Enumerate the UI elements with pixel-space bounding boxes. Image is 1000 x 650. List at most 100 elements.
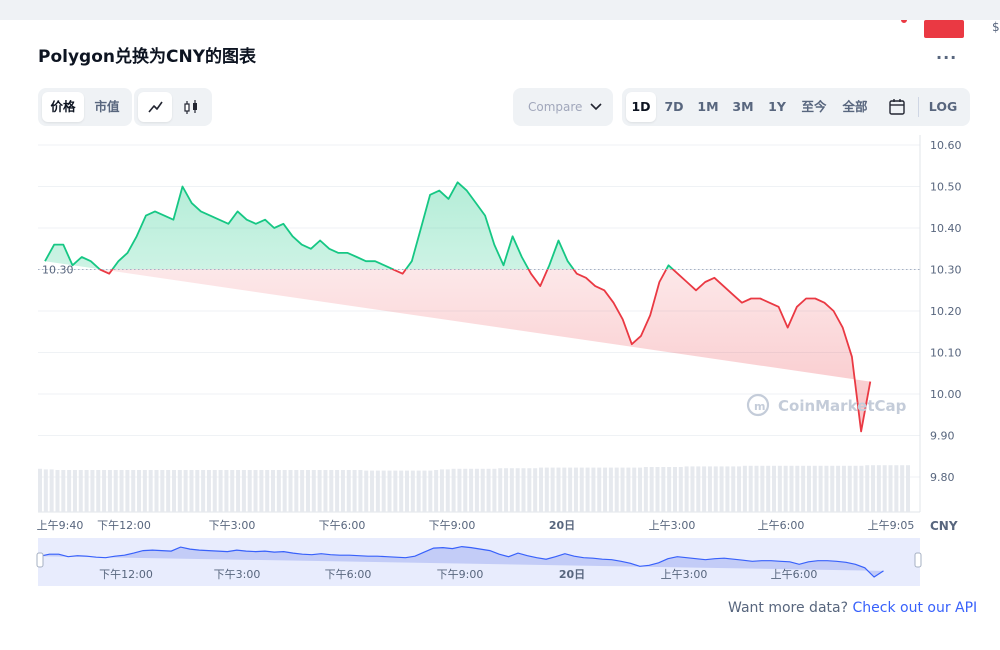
volume-bar (253, 470, 258, 512)
y-tick-label: 10.30 (930, 264, 962, 277)
volume-bar (352, 470, 357, 512)
volume-bar (556, 467, 561, 512)
watermark: m CoinMarketCap (746, 393, 907, 417)
navigator-tick-label: 20日 (559, 568, 585, 581)
volume-bar (737, 466, 742, 512)
volume-bar (626, 467, 631, 512)
volume-bar (638, 467, 643, 512)
volume-bar (236, 470, 241, 512)
volume-bar (806, 465, 811, 512)
chart-card: Polygon兑换为CNY的图表 ... 价格 市值 Compare 1D 7D… (0, 20, 1000, 650)
navigator-handle-left[interactable] (36, 552, 44, 568)
volume-bar (358, 470, 363, 512)
volume-bar (801, 465, 806, 512)
volume-bar (43, 469, 48, 512)
volume-bar (865, 465, 870, 512)
volume-bar (125, 470, 130, 512)
volume-bar (317, 470, 322, 512)
volume-bar (725, 466, 730, 512)
volume-bar (538, 467, 543, 512)
y-tick-label: 10.20 (930, 305, 962, 318)
volume-bar (387, 470, 392, 512)
volume-bar (643, 467, 648, 512)
volume-bar (288, 470, 293, 512)
volume-bar (183, 470, 188, 512)
volume-bar (55, 470, 60, 512)
volume-bar (632, 467, 637, 512)
volume-bar (67, 470, 72, 512)
volume-bar (375, 470, 380, 512)
volume-bar (171, 470, 176, 512)
volume-bar (131, 470, 136, 512)
volume-bar (789, 465, 794, 512)
volume-bar (364, 470, 369, 512)
volume-bar (119, 470, 124, 512)
volume-bar (96, 470, 101, 512)
volume-bar (218, 470, 223, 512)
volume-bar (206, 470, 211, 512)
volume-bar (614, 467, 619, 512)
y-tick-label: 10.50 (930, 181, 962, 194)
volume-bar (445, 469, 450, 512)
volume-bar (620, 467, 625, 512)
volume-bar (137, 470, 142, 512)
volume-bar (509, 468, 514, 512)
x-tick-label: 下午3:00 (209, 519, 256, 532)
volume-bar (323, 470, 328, 512)
y-tick-label: 9.80 (930, 471, 955, 484)
api-promo-text: Want more data? (728, 600, 849, 616)
volume-bar (370, 470, 375, 512)
volume-bar (177, 470, 182, 512)
volume-bar (859, 465, 864, 512)
volume-bar (772, 465, 777, 512)
x-tick-label: 下午9:00 (429, 519, 476, 532)
volume-bar (894, 465, 899, 512)
svg-text:m: m (754, 400, 765, 413)
volume-bar (527, 468, 532, 512)
volume-bar (72, 470, 77, 512)
volume-bar (148, 470, 153, 512)
volume-bar (667, 467, 672, 512)
x-tick-label: 上午3:00 (649, 519, 696, 532)
volume-bar (346, 470, 351, 512)
volume-bar (876, 465, 881, 512)
volume-bar (160, 470, 165, 512)
volume-bar (90, 470, 95, 512)
volume-bar (38, 468, 42, 512)
baseline-label: 10.30 (42, 264, 74, 277)
volume-bar (61, 470, 66, 512)
volume-bar (399, 470, 404, 512)
volume-bar (451, 468, 456, 512)
next-card-edge: $ (992, 20, 1000, 34)
volume-bars (38, 465, 910, 512)
volume-bar (498, 468, 503, 512)
navigator-handle-right[interactable] (914, 552, 922, 568)
volume-bar (871, 465, 876, 512)
x-tick-label: 上午9:40 (37, 519, 84, 532)
volume-bar (906, 465, 910, 512)
volume-bar (754, 465, 759, 512)
volume-bar (463, 468, 468, 512)
price-chart[interactable]: 10.60 10.50 10.40 10.30 10.20 10.10 10.00 9.90 9… (0, 20, 1000, 650)
current-price-label: 10.03 (930, 20, 965, 23)
volume-bar (696, 466, 701, 512)
current-price-dot (900, 20, 908, 24)
api-link[interactable]: Check out our API (852, 600, 977, 616)
volume-bar (690, 466, 695, 512)
volume-bar (748, 465, 753, 512)
volume-bar (655, 467, 660, 512)
volume-bar (818, 465, 823, 512)
volume-bar (189, 470, 194, 512)
x-tick-label: 20日 (549, 519, 575, 532)
volume-bar (544, 467, 549, 512)
volume-bar (271, 470, 276, 512)
volume-bar (568, 467, 573, 512)
volume-bar (329, 470, 334, 512)
volume-bar (830, 465, 835, 512)
range-navigator[interactable]: 下午12:00 下午3:00 下午6:00 下午9:00 20日 上午3:00 上午6:00 (36, 538, 922, 586)
volume-bar (422, 470, 427, 512)
volume-bar (265, 470, 270, 512)
currency-label: CNY (930, 519, 958, 533)
volume-bar (486, 468, 491, 512)
volume-bar (550, 467, 555, 512)
